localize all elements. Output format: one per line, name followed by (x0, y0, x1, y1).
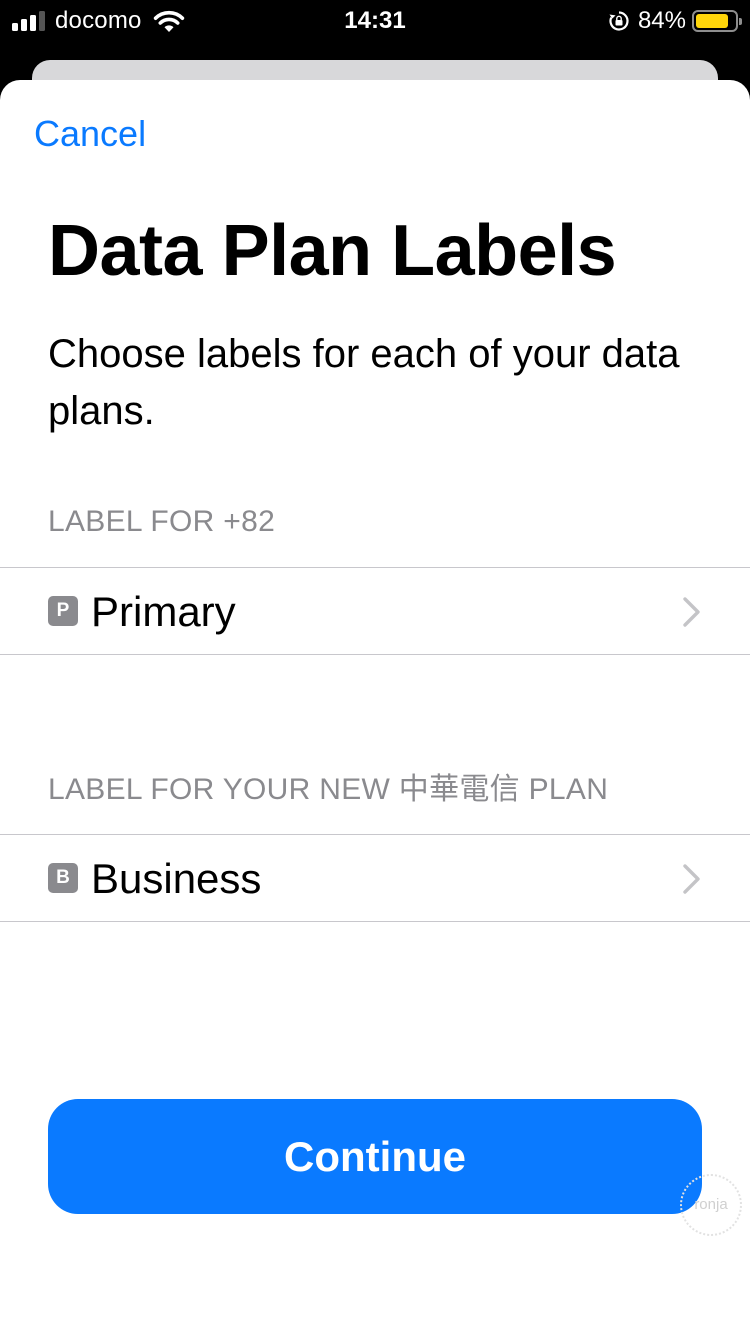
status-bar: docomo 14:31 84% (0, 0, 750, 42)
battery-level-fill (696, 14, 728, 28)
label-cell-business[interactable]: B Business (0, 834, 750, 922)
section-header-plus82: LABEL FOR +82 (48, 505, 276, 538)
section-header-new-plan: LABEL FOR YOUR NEW 中華電信 PLAN (48, 773, 609, 806)
continue-button[interactable]: Continue (48, 1099, 702, 1214)
battery-icon (692, 10, 742, 32)
chevron-right-icon (683, 597, 700, 627)
watermark: ronja (680, 1174, 742, 1236)
chevron-right-icon (683, 864, 700, 894)
cancel-button[interactable]: Cancel (34, 112, 146, 156)
cell-label: Business (91, 855, 262, 902)
page-subtitle: Choose labels for each of your data plan… (48, 332, 680, 433)
status-bar-right: 84% (608, 6, 742, 36)
page-title: Data Plan Labels (48, 211, 617, 291)
label-cell-primary[interactable]: P Primary (0, 567, 750, 655)
cell-label: Primary (91, 588, 236, 635)
orientation-lock-icon (609, 11, 629, 31)
battery-cap (739, 18, 742, 25)
battery-percentage: 84% (637, 7, 686, 34)
modal-sheet: Cancel Data Plan Labels Choose labels fo… (0, 80, 750, 1334)
plan-badge-icon: P (48, 596, 78, 626)
plan-badge-icon: B (48, 863, 78, 893)
